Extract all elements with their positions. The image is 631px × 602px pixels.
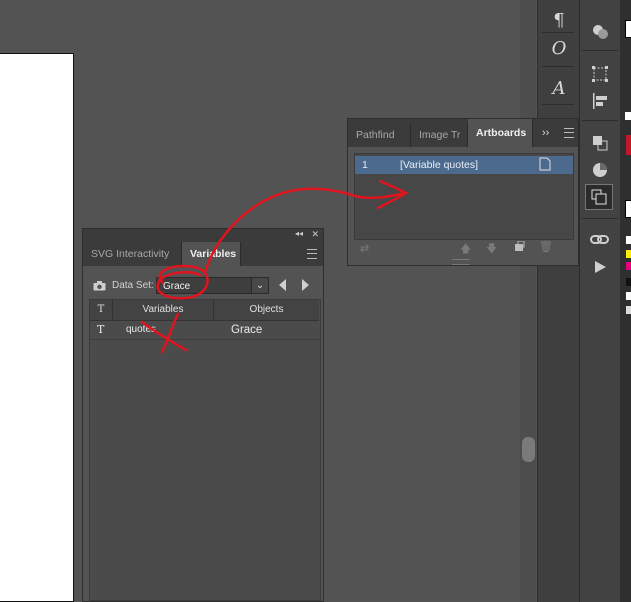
transform-icon[interactable] [587, 62, 613, 86]
swatch-white[interactable] [626, 292, 631, 300]
variables-panel: ◂◂ ✕ SVG Interactivity Variables Data Se… [82, 228, 324, 602]
gradient-swatch[interactable] [626, 135, 631, 155]
tab-variables[interactable]: Variables [182, 242, 241, 266]
new-artboard-icon[interactable] [514, 240, 525, 255]
swatches-edge [620, 0, 631, 602]
artboard-canvas[interactable] [0, 53, 74, 602]
tab-svg-interactivity[interactable]: SVG Interactivity [83, 242, 182, 266]
panel-title-bar: ◂◂ ✕ [83, 229, 323, 242]
swatch-yellow[interactable] [626, 250, 631, 258]
chevron-down-icon[interactable]: ⌄ [251, 277, 269, 294]
panel-menu-icon[interactable] [560, 119, 578, 147]
scrollbar-thumb[interactable] [522, 437, 535, 462]
dataset-select[interactable]: Grace [156, 277, 266, 294]
links-icon[interactable] [587, 228, 613, 252]
panel-dock-column-2 [579, 0, 620, 602]
variables-tab-row: SVG Interactivity Variables [83, 242, 323, 266]
image-trace-icon[interactable] [587, 158, 613, 182]
stroke-swatch[interactable] [625, 200, 631, 218]
artboards-icon[interactable] [585, 184, 613, 210]
panel-menu-icon[interactable] [301, 242, 323, 266]
variable-name[interactable]: quotes [126, 321, 156, 339]
next-dataset-button[interactable] [302, 279, 310, 294]
tab-pathfinder[interactable]: Pathfind [348, 123, 411, 147]
close-panel-button[interactable]: ✕ [311, 229, 319, 240]
rearrange-artboards-icon[interactable]: ⇄ [360, 242, 369, 255]
artboards-list: 1 [Variable quotes] [354, 153, 574, 240]
none-swatch[interactable] [625, 112, 631, 120]
fill-swatch[interactable] [625, 20, 631, 38]
delete-artboard-icon[interactable]: 🗑 [539, 240, 553, 253]
actions-icon[interactable] [587, 255, 613, 279]
artboards-panel: Pathfind Image Tr Artboards ›› 1 [Variab… [347, 118, 579, 266]
swatch-none[interactable] [626, 236, 631, 244]
paragraph-icon[interactable]: ¶ [546, 8, 572, 32]
artboard-number: 1 [362, 159, 368, 171]
swatch-black[interactable] [626, 278, 631, 286]
vertical-scrollbar[interactable] [520, 0, 536, 602]
variables-column-header[interactable]: Variables [113, 300, 214, 321]
capture-dataset-icon[interactable] [93, 281, 106, 294]
artboard-options-icon[interactable] [539, 157, 551, 174]
previous-dataset-button[interactable] [279, 279, 287, 294]
bound-object: Grace [231, 324, 263, 336]
align-icon[interactable] [587, 89, 613, 113]
character-styles-icon[interactable]: A [546, 76, 572, 100]
artboard-name[interactable]: [Variable quotes] [400, 159, 478, 171]
opentype-icon[interactable]: O [546, 36, 572, 60]
swatch-magenta[interactable] [626, 262, 631, 270]
tab-image-trace[interactable]: Image Tr [411, 123, 468, 147]
artboards-tab-row: Pathfind Image Tr Artboards ›› [348, 119, 578, 147]
type-column-header[interactable]: T [90, 300, 113, 321]
collapse-panel-button[interactable]: ◂◂ [295, 229, 303, 238]
objects-column-header[interactable]: Objects [214, 300, 319, 321]
variables-table: T Variables Objects T quotes Grace [89, 299, 321, 601]
resize-grip[interactable] [452, 259, 470, 265]
tab-artboards[interactable]: Artboards [468, 119, 533, 147]
swatch-gray[interactable] [626, 306, 631, 314]
move-down-icon[interactable]: 🡇 [486, 240, 497, 259]
move-up-icon[interactable]: 🡅 [460, 240, 471, 259]
panel-dock-column-1: ¶ O A [537, 0, 579, 602]
table-row[interactable]: T quotes Grace [90, 321, 320, 340]
dataset-label: Data Set: [112, 280, 154, 291]
appearance-icon[interactable] [587, 20, 613, 44]
panel-overflow-button[interactable]: ›› [542, 119, 560, 147]
list-item[interactable]: 1 [Variable quotes] [355, 156, 573, 174]
text-variable-type-icon: T [97, 323, 105, 336]
pathfinder-icon[interactable] [587, 131, 613, 155]
